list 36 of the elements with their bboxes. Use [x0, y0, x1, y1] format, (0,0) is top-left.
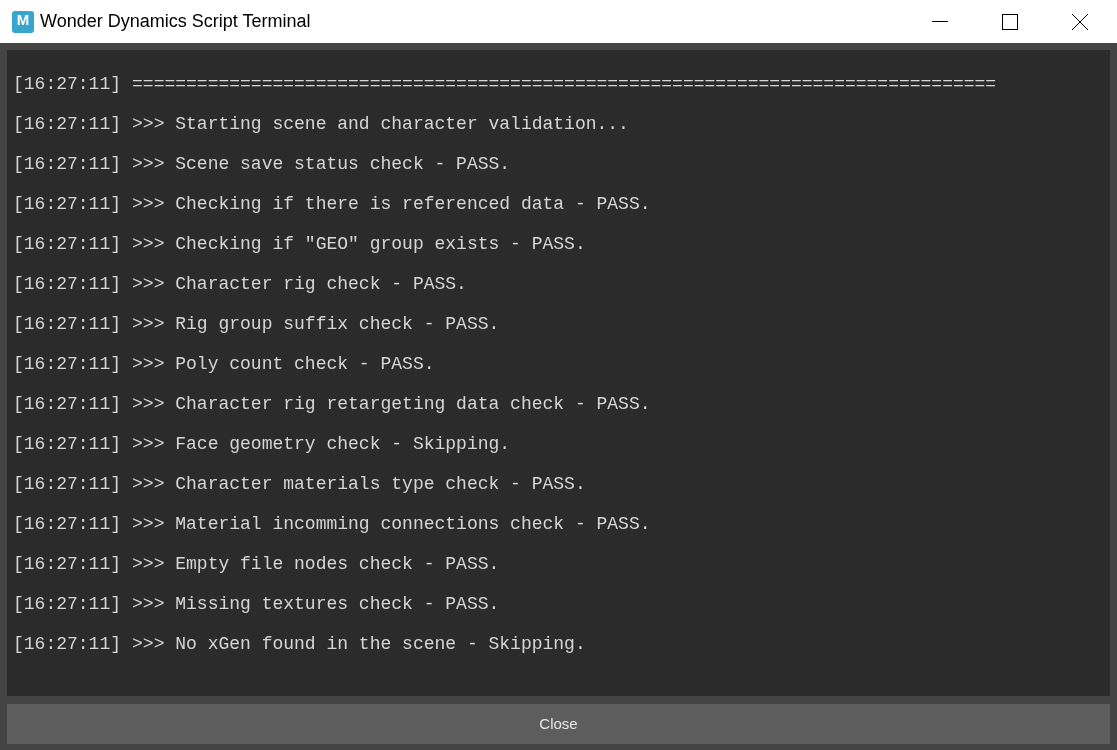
- log-timestamp: [16:27:11]: [13, 233, 122, 256]
- log-message: >>> Poly count check - PASS.: [132, 353, 435, 376]
- close-icon: [1072, 13, 1088, 30]
- log-message: >>> No xGen found in the scene - Skipping.: [132, 633, 586, 656]
- log-message: >>> Character rig retargeting data check - PASS.: [132, 393, 651, 416]
- log-timestamp: [16:27:11]: [13, 433, 122, 456]
- log-timestamp: [16:27:11]: [13, 553, 122, 576]
- log-message: >>> Character materials type check - PASS.: [132, 473, 586, 496]
- log-timestamp: [16:27:11]: [13, 473, 122, 496]
- log-timestamp: [16:27:11]: [13, 273, 122, 296]
- log-message: >>> Missing textures check - PASS.: [132, 593, 500, 616]
- log-message: >>> Checking if "GEO" group exists - PASS.: [132, 233, 586, 256]
- log-timestamp: [16:27:11]: [13, 593, 122, 616]
- log-timestamp: [16:27:11]: [13, 633, 122, 656]
- log-message: ================================================================================: [132, 73, 997, 96]
- log-message: >>> Scene save status check - PASS.: [132, 153, 511, 176]
- log-message: >>> Character rig check - PASS.: [132, 273, 467, 296]
- log-timestamp: [16:27:11]: [13, 113, 122, 136]
- log-message: >>> Rig group suffix check - PASS.: [132, 313, 500, 336]
- log-timestamp: [16:27:11]: [13, 193, 122, 216]
- log-message: >>> Face geometry check - Skipping.: [132, 433, 511, 456]
- log-message: >>> Starting scene and character validation...: [132, 113, 629, 136]
- log-timestamp: [16:27:11]: [13, 73, 122, 96]
- log-timestamp: [16:27:11]: [13, 313, 122, 336]
- app-icon: M: [12, 10, 34, 33]
- log-timestamp: [16:27:11]: [13, 393, 122, 416]
- log-timestamp: [16:27:11]: [13, 153, 122, 176]
- log-message: >>> Material incomming connections check - PASS.: [132, 513, 651, 536]
- log-message: >>> Checking if there is referenced data - PASS.: [132, 193, 651, 216]
- log-message: >>> Empty file nodes check - PASS.: [132, 553, 500, 576]
- log-timestamp: [16:27:11]: [13, 513, 122, 536]
- minimize-icon: [932, 20, 948, 23]
- window-title: Wonder Dynamics Script Terminal: [40, 10, 311, 33]
- close-button[interactable]: Close: [7, 704, 1110, 744]
- maximize-icon: [1002, 13, 1018, 30]
- log-timestamp: [16:27:11]: [13, 353, 122, 376]
